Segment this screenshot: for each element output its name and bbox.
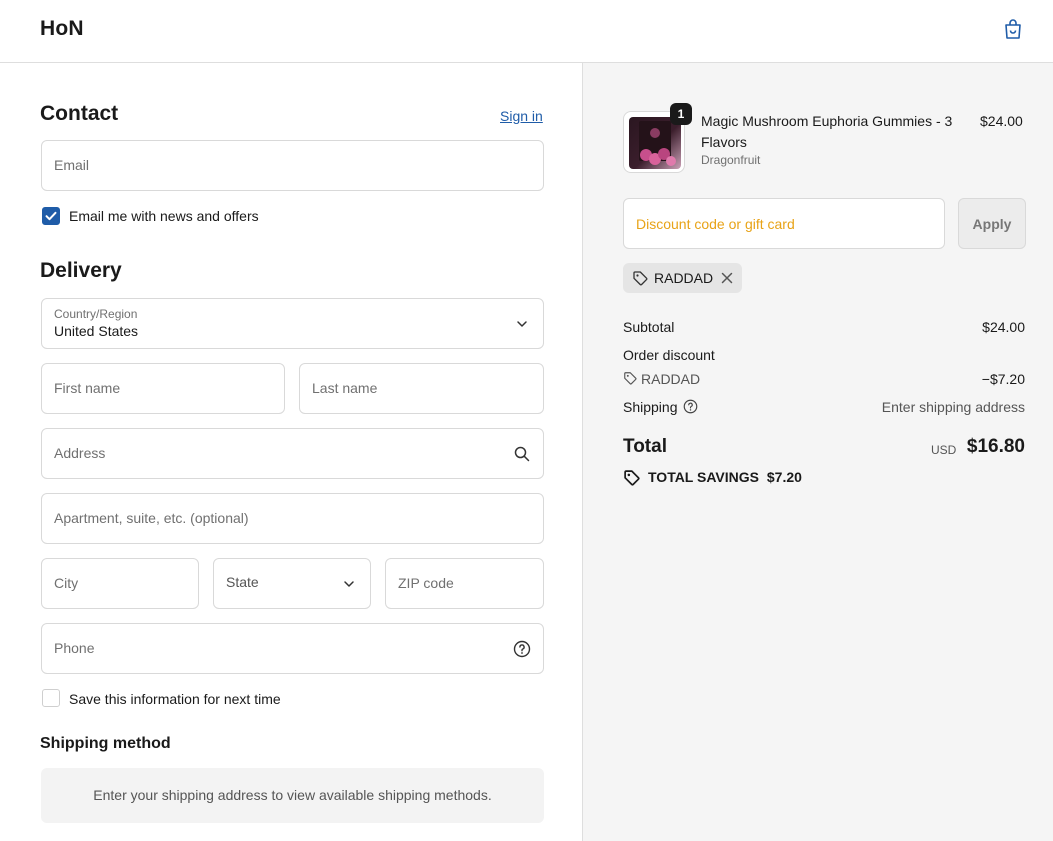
discount-value: −$7.20 [981,371,1025,387]
applied-discount-chip: RADDAD [623,263,742,293]
first-name-field[interactable]: First name [41,363,285,414]
phone-field[interactable]: Phone [41,623,544,674]
discount-code-label: RADDAD [641,371,701,387]
sign-in-link[interactable]: Sign in [500,108,543,124]
country-value: United States [54,323,139,339]
tag-icon [633,271,648,286]
product-image [629,117,681,169]
shipping-label: Shipping [623,399,678,415]
last-name-placeholder: Last name [312,380,378,396]
contact-heading: Contact [40,102,119,125]
currency-label: USD [931,443,957,457]
email-field[interactable]: Email [41,140,544,191]
total-value: $16.80 [966,436,1025,457]
zip-placeholder: ZIP code [398,575,454,591]
shipping-method-heading: Shipping method [40,735,171,752]
applied-discount-code: RADDAD [654,270,714,286]
tag-icon [624,372,637,385]
order-summary: 1 Magic Mushroom Euphoria Gummies - 3 Fl… [582,63,1053,841]
city-placeholder: City [54,575,79,591]
remove-discount-icon[interactable] [720,271,734,285]
city-field[interactable]: City [41,558,199,609]
product-variant: Dragonfruit [701,153,761,167]
subtotal-value: $24.00 [982,319,1025,335]
chevron-down-icon [344,581,354,587]
zip-field[interactable]: ZIP code [385,558,544,609]
country-select[interactable]: Country/Region United States [41,298,544,349]
country-label: Country/Region [54,307,138,321]
delivery-heading: Delivery [40,259,122,282]
header: HoN [0,0,1053,63]
check-icon [45,211,57,221]
apartment-field[interactable]: Apartment, suite, etc. (optional) [41,493,544,544]
total-savings: TOTAL SAVINGS $7.20 [648,469,802,485]
apply-button[interactable]: Apply [958,198,1026,249]
total-label: Total [623,436,667,457]
save-info-label: Save this information for next time [69,691,281,707]
apartment-placeholder: Apartment, suite, etc. (optional) [54,510,249,526]
last-name-field[interactable]: Last name [299,363,544,414]
discount-placeholder: Discount code or gift card [636,216,795,232]
save-info-checkbox[interactable] [42,689,60,707]
help-circle-icon[interactable] [683,399,698,414]
subtotal-label: Subtotal [623,319,675,335]
quantity-badge: 1 [670,103,692,125]
state-placeholder: State [226,574,259,590]
brand-logo[interactable]: HoN [40,17,84,41]
search-icon [514,446,530,462]
help-circle-icon[interactable] [513,640,531,658]
state-select[interactable]: State [213,558,371,609]
phone-placeholder: Phone [54,640,95,656]
shipping-value: Enter shipping address [881,399,1025,415]
shopping-bag-icon[interactable] [1001,17,1025,41]
product-name: Magic Mushroom Euphoria Gummies - 3 Flav… [701,113,953,150]
news-checkbox[interactable] [42,207,60,225]
product-price: $24.00 [980,113,1023,129]
savings-tag-icon [624,470,640,486]
product-image-art [639,121,676,166]
savings-value: $7.20 [766,469,802,485]
first-name-placeholder: First name [54,380,121,396]
address-field[interactable]: Address [41,428,544,479]
shipping-method-message: Enter your shipping address to view avai… [41,768,544,823]
discount-code-input[interactable]: Discount code or gift card [623,198,945,249]
chevron-down-icon [517,321,527,327]
news-label: Email me with news and offers [69,208,259,224]
address-placeholder: Address [54,445,106,461]
savings-label: TOTAL SAVINGS [648,469,759,485]
checkout-form: Contact Sign in Email Email me with news… [0,63,582,841]
email-placeholder: Email [54,157,90,173]
order-discount-label: Order discount [623,347,715,363]
